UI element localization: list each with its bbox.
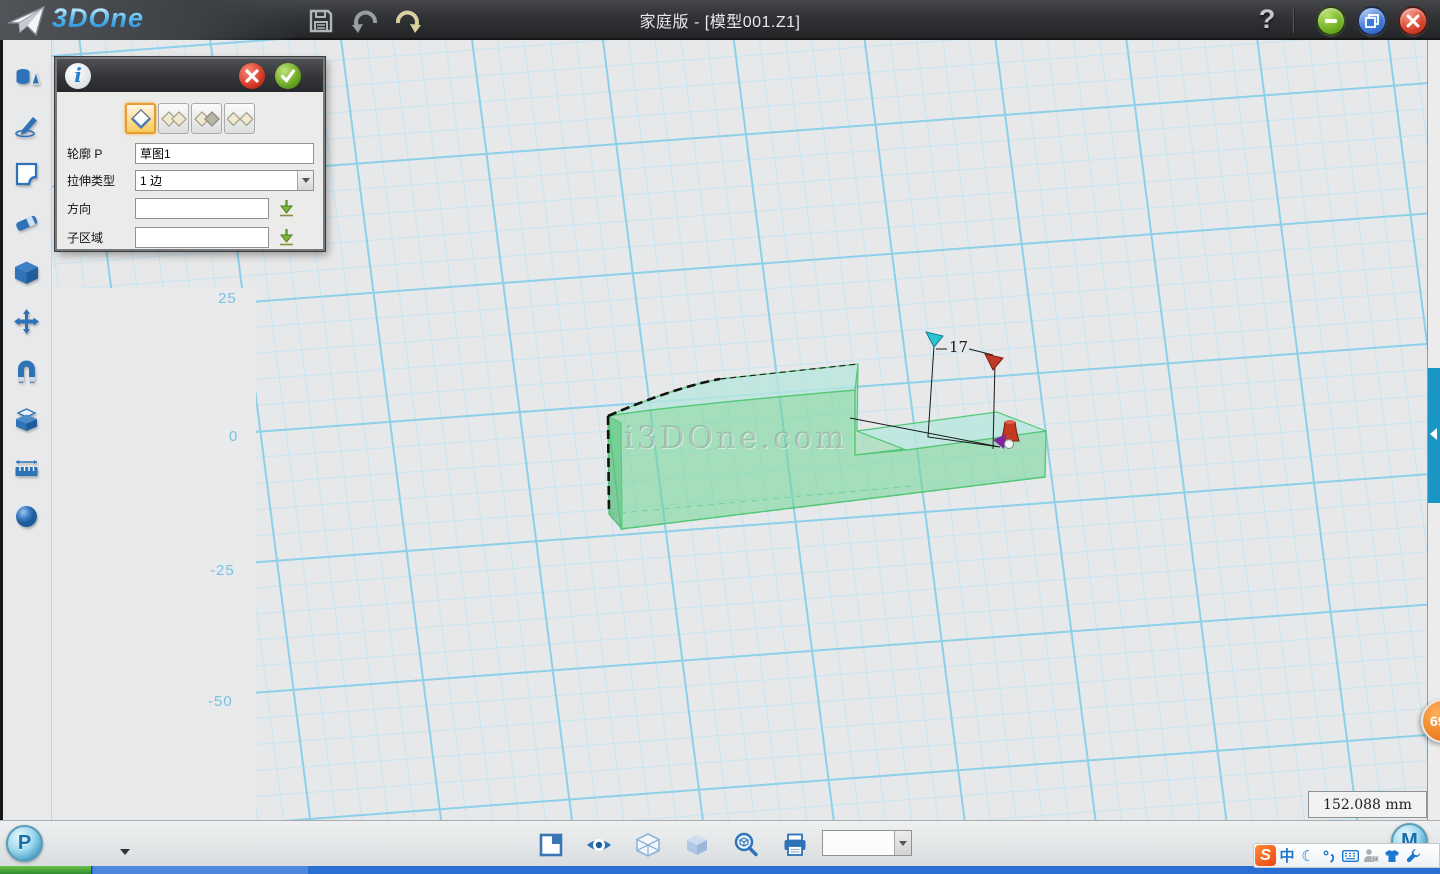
info-icon[interactable]: i	[65, 63, 91, 89]
profile-label: 轮廓 P	[67, 145, 135, 162]
shaded-cube-icon[interactable]	[684, 832, 710, 858]
view-layout-icon[interactable]	[538, 832, 564, 858]
app-brand: 3DOne	[52, 3, 144, 34]
direction-input[interactable]	[135, 198, 269, 219]
watermark: i3DOne.com	[624, 420, 848, 456]
moon-mode-icon[interactable]: ☾	[1298, 845, 1318, 866]
extrude-mode-buttons	[125, 103, 255, 134]
taskbar-window-segment	[93, 866, 308, 874]
axis-label-neg50: -50	[208, 693, 233, 710]
sidebar-toolbox	[0, 40, 52, 820]
skin-tshirt-icon[interactable]	[1382, 845, 1402, 866]
diamond-pair-merged-icon	[161, 107, 187, 131]
diamond-single-icon	[129, 107, 153, 131]
profile-input[interactable]	[135, 143, 314, 164]
zoom-view-icon[interactable]	[733, 832, 759, 858]
plan-dropdown-arrow[interactable]	[120, 849, 130, 855]
print-icon[interactable]	[782, 832, 808, 858]
undo-button[interactable]	[349, 6, 381, 36]
os-taskbar-edge	[0, 866, 1440, 874]
minimize-button[interactable]	[1316, 6, 1346, 36]
minimize-icon	[1324, 14, 1338, 28]
mode-diamond-pair-shaded-button[interactable]	[191, 103, 222, 134]
chevron-left-icon	[1430, 428, 1437, 440]
scale-readout: 152.088 mm	[1308, 791, 1427, 818]
dimension-handle-red-flag[interactable]	[985, 354, 1003, 370]
ime-toolbar: S 中 ☾ 14	[1253, 843, 1440, 868]
extrude-dialog-header: i	[57, 59, 323, 92]
redo-arrow-icon	[393, 6, 423, 36]
dropdown-arrow-button[interactable]	[297, 171, 313, 190]
confirm-check-icon	[280, 68, 296, 84]
chevron-down-icon	[302, 178, 310, 183]
dimension-value: 17	[949, 338, 968, 356]
close-icon	[1406, 14, 1420, 28]
user-level-icon[interactable]: 14	[1361, 845, 1381, 866]
dimension-handle-cyan-flag[interactable]	[926, 332, 943, 347]
pick-subregion-arrow-icon[interactable]	[278, 228, 295, 246]
plan-view-button[interactable]: P	[6, 825, 43, 862]
diamond-pair-split-icon	[227, 107, 253, 131]
view-dropdown-arrow-button[interactable]	[894, 831, 911, 855]
chinese-mode-icon[interactable]: 中	[1277, 845, 1297, 866]
punctuation-icon[interactable]	[1319, 845, 1339, 866]
side-panel-collapse-tab[interactable]	[1428, 368, 1440, 503]
mode-diamond-single-button[interactable]	[125, 103, 156, 134]
eraser-icon[interactable]	[13, 209, 40, 236]
sogou-logo-icon[interactable]: S	[1255, 845, 1276, 866]
save-floppy-icon	[307, 7, 335, 35]
chevron-down-icon	[899, 841, 907, 846]
close-button[interactable]	[1398, 6, 1428, 36]
measure-ruler-icon[interactable]	[13, 455, 40, 482]
view-preset-dropdown[interactable]	[822, 830, 912, 856]
taskbar-start-segment	[0, 866, 92, 874]
redo-button[interactable]	[392, 6, 424, 36]
move-arrows-icon[interactable]	[13, 308, 40, 335]
soft-keyboard-icon[interactable]	[1340, 845, 1360, 866]
magnet-snap-icon[interactable]	[13, 357, 40, 384]
extrude-type-dropdown[interactable]: 1 边	[135, 170, 314, 191]
visibility-eye-icon[interactable]	[586, 832, 612, 858]
window-title: 家庭版 - [模型001.Z1]	[0, 0, 1440, 40]
subregion-label: 子区域	[67, 229, 135, 246]
diamond-pair-shaded-icon	[194, 107, 220, 131]
svg-text:14: 14	[1373, 857, 1379, 862]
sketch-pencil-icon[interactable]	[13, 112, 40, 139]
titlebar-separator	[1293, 7, 1294, 33]
feature-cube-icon[interactable]	[13, 259, 40, 286]
save-button[interactable]	[305, 6, 337, 36]
undo-arrow-icon	[350, 6, 380, 36]
extrude-type-label: 拉伸类型	[67, 172, 135, 189]
primitive-solids-icon[interactable]	[13, 64, 40, 91]
cancel-x-icon	[244, 68, 260, 84]
sketch-plane-icon[interactable]	[13, 160, 40, 187]
subregion-input[interactable]	[135, 227, 269, 248]
maximize-icon	[1365, 14, 1379, 28]
material-sphere-icon[interactable]	[13, 503, 40, 530]
direction-label: 方向	[67, 200, 135, 217]
wireframe-cube-icon[interactable]	[635, 832, 661, 858]
confirm-button[interactable]	[275, 63, 301, 89]
settings-wrench-icon[interactable]	[1403, 845, 1423, 866]
pick-direction-arrow-icon[interactable]	[278, 199, 295, 217]
extrude-dialog: i	[55, 57, 325, 251]
maximize-button[interactable]	[1357, 6, 1387, 36]
paper-plane-logo-icon	[6, 4, 48, 38]
extrude-type-value: 1 边	[140, 172, 162, 189]
model-front-face	[608, 390, 1046, 529]
combine-box-icon[interactable]	[13, 406, 40, 433]
titlebar: 3DOne 家庭版 - [模型001.Z1] ?	[0, 0, 1440, 40]
help-button[interactable]: ?	[1252, 4, 1282, 36]
mode-diamond-pair-merged-button[interactable]	[158, 103, 189, 134]
statusbar: P M	[0, 820, 1440, 866]
mode-diamond-pair-split-button[interactable]	[224, 103, 255, 134]
cancel-button[interactable]	[239, 63, 265, 89]
